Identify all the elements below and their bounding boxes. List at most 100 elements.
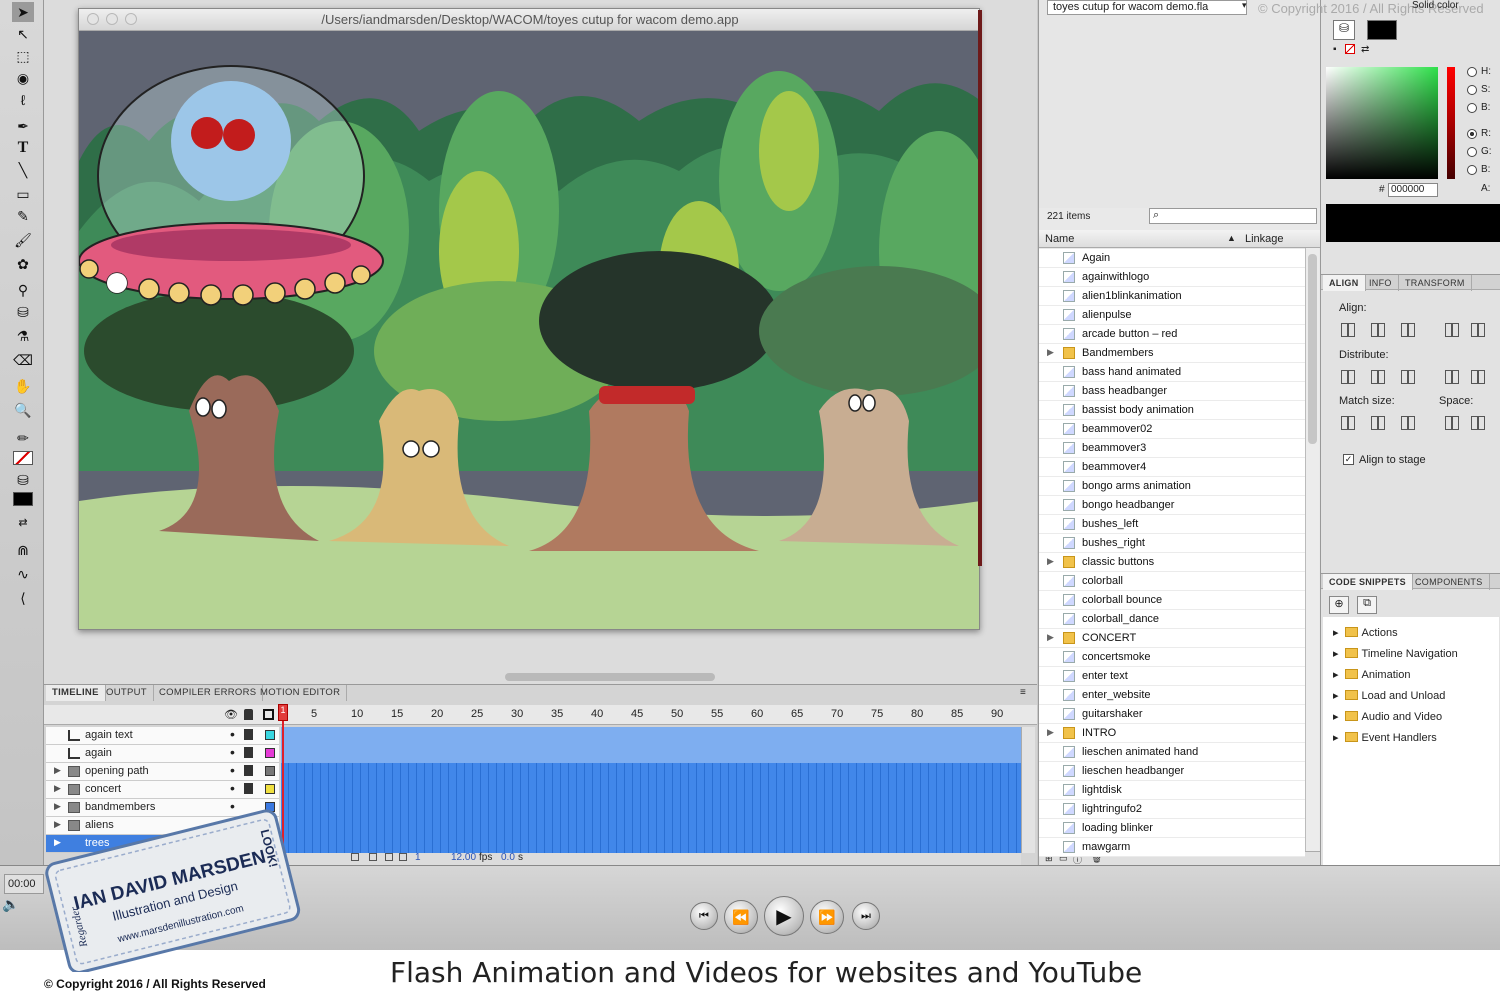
align-right-icon[interactable] (1401, 323, 1415, 337)
library-item[interactable]: lightdisk (1039, 781, 1305, 800)
b-radio[interactable] (1467, 103, 1477, 113)
library-item[interactable]: lieschen animated hand (1039, 743, 1305, 762)
space-vertical-icon[interactable] (1445, 416, 1459, 430)
scroll-thumb[interactable] (1308, 254, 1317, 444)
lasso-tool-icon[interactable]: ℓ (12, 90, 34, 110)
library-item[interactable]: colorball bounce (1039, 591, 1305, 610)
modify-markers-icon[interactable] (399, 853, 407, 861)
lock-icon[interactable] (244, 729, 253, 740)
timeline-layer[interactable]: ▶ concert • (46, 780, 279, 799)
onion-skin-icon[interactable] (351, 853, 359, 861)
tab-motion-editor[interactable]: MOTION EDITOR (254, 685, 348, 701)
rectangle-tool-icon[interactable]: ▭ (12, 184, 34, 204)
align-left-icon[interactable] (1341, 323, 1355, 337)
library-item[interactable]: guitarshaker (1039, 705, 1305, 724)
tab-components[interactable]: COMPONENTS (1409, 574, 1490, 590)
bone-tool-icon[interactable]: ⚲ (12, 280, 34, 300)
layer-color-swatch[interactable] (265, 730, 275, 740)
frame-rate[interactable]: 12.00 (451, 852, 476, 863)
linkage-column-header[interactable]: Linkage (1245, 233, 1284, 245)
stroke-color-icon[interactable]: ✏ (12, 428, 34, 448)
fill-bucket-icon[interactable]: ⛁ (1333, 20, 1355, 40)
eyedropper-tool-icon[interactable]: ⚗ (12, 326, 34, 346)
swap-colors-icon[interactable]: ⇄ (1361, 44, 1369, 55)
visibility-dot[interactable]: • (230, 780, 235, 796)
snippet-folder[interactable]: ▸ Timeline Navigation (1333, 647, 1458, 660)
visibility-dot[interactable]: • (230, 744, 235, 760)
distribute-left-icon[interactable] (1445, 370, 1459, 384)
snippet-folder[interactable]: ▸ Actions (1333, 626, 1398, 639)
layer-color-swatch[interactable] (265, 766, 275, 776)
smooth-icon[interactable]: ∿ (12, 564, 34, 584)
hex-color-input[interactable]: 000000 (1388, 183, 1438, 197)
deco-tool-icon[interactable]: ✿ (12, 254, 34, 274)
default-colors-icon[interactable]: ▪ (1333, 44, 1337, 55)
library-item[interactable]: ▶ classic buttons (1039, 553, 1305, 572)
zoom-tool-icon[interactable]: 🔍 (12, 400, 34, 420)
library-item[interactable]: alien1blinkanimation (1039, 287, 1305, 306)
library-item[interactable]: bassist body animation (1039, 401, 1305, 420)
color-picker-field[interactable] (1326, 67, 1438, 179)
library-item[interactable]: bass hand animated (1039, 363, 1305, 382)
library-item[interactable]: beammover4 (1039, 458, 1305, 477)
library-item[interactable]: beammover02 (1039, 420, 1305, 439)
tab-compiler-errors[interactable]: COMPILER ERRORS (153, 685, 264, 701)
visibility-dot[interactable]: • (230, 762, 235, 778)
onion-outline-icon[interactable] (369, 853, 377, 861)
skip-forward-button[interactable]: ⏭ (852, 902, 880, 930)
h-radio[interactable] (1467, 67, 1477, 77)
pencil-tool-icon[interactable]: ✎ (12, 206, 34, 226)
play-button[interactable]: ▶ (764, 896, 804, 936)
align-to-stage-checkbox[interactable]: ✓ (1343, 454, 1354, 465)
match-both-icon[interactable] (1401, 416, 1415, 430)
straighten-icon[interactable]: ⟨ (12, 588, 34, 608)
library-item[interactable]: colorball_dance (1039, 610, 1305, 629)
pen-tool-icon[interactable]: ✒ (12, 116, 34, 136)
expand-arrow-icon[interactable]: ▶ (1047, 347, 1054, 358)
fill-color-icon[interactable]: ⛁ (12, 470, 34, 490)
library-item[interactable]: beammover3 (1039, 439, 1305, 458)
library-item[interactable]: arcade button – red (1039, 325, 1305, 344)
3d-rotation-tool-icon[interactable]: ◉ (12, 68, 34, 88)
playhead-marker[interactable]: 1 (278, 704, 288, 721)
library-item[interactable]: againwithlogo (1039, 268, 1305, 287)
expand-arrow-icon[interactable]: ▶ (54, 765, 61, 776)
snippet-folder[interactable]: ▸ Audio and Video (1333, 710, 1442, 723)
line-tool-icon[interactable]: ╲ (12, 160, 34, 180)
library-item[interactable]: mawgarm (1039, 838, 1305, 857)
blue-radio[interactable] (1467, 165, 1477, 175)
animation-scene[interactable] (79, 31, 980, 630)
selection-tool-icon[interactable]: ➤ (12, 2, 34, 22)
library-item[interactable]: bushes_left (1039, 515, 1305, 534)
outline-all-icon[interactable] (263, 709, 274, 720)
visibility-dot[interactable]: • (230, 726, 235, 742)
library-item[interactable]: colorball (1039, 572, 1305, 591)
library-item[interactable]: ▶ INTRO (1039, 724, 1305, 743)
tab-timeline[interactable]: TIMELINE (46, 685, 106, 701)
fast-forward-button[interactable]: ⏩ (810, 900, 844, 934)
no-color-icon[interactable] (1345, 44, 1355, 54)
snippet-folder[interactable]: ▸ Load and Unload (1333, 689, 1445, 702)
show-hide-all-icon[interactable]: 👁 (224, 708, 238, 721)
current-color-swatch[interactable] (1367, 20, 1397, 40)
r-radio-selected[interactable] (1467, 129, 1477, 139)
g-radio[interactable] (1467, 147, 1477, 157)
layer-color-swatch[interactable] (265, 748, 275, 758)
library-item[interactable]: alienpulse (1039, 306, 1305, 325)
expand-arrow-icon[interactable]: ▶ (1047, 556, 1054, 567)
frame-span-light[interactable] (281, 727, 1021, 763)
library-item[interactable]: lieschen headbanger (1039, 762, 1305, 781)
timeline-vertical-scrollbar[interactable] (1021, 727, 1035, 853)
distribute-bottom-icon[interactable] (1401, 370, 1415, 384)
hand-tool-icon[interactable]: ✋ (12, 376, 34, 396)
library-item[interactable]: bushes_right (1039, 534, 1305, 553)
snap-magnet-icon[interactable]: ⋒ (12, 540, 34, 560)
paint-bucket-tool-icon[interactable]: ⛁ (12, 302, 34, 322)
fill-color-swatch[interactable] (13, 492, 33, 506)
library-item[interactable]: concertsmoke (1039, 648, 1305, 667)
space-horizontal-icon[interactable] (1471, 416, 1485, 430)
skip-back-button[interactable]: ⏮ (690, 902, 718, 930)
snippet-folder[interactable]: ▸ Animation (1333, 668, 1410, 681)
stroke-color-swatch[interactable] (13, 451, 33, 465)
expand-arrow-icon[interactable]: ▶ (54, 783, 61, 794)
